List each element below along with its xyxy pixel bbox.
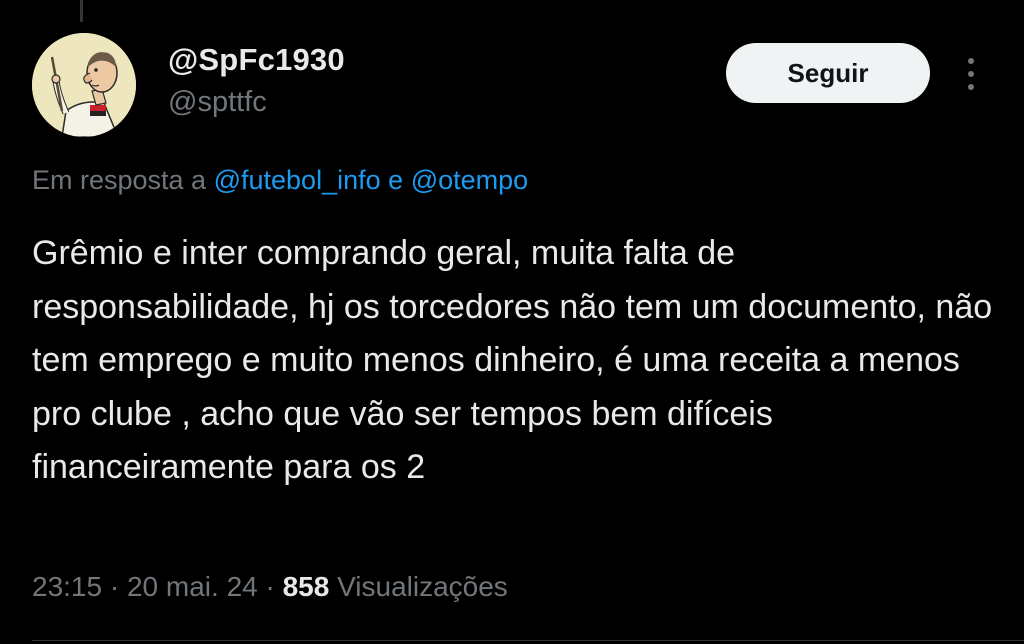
reply-mention-futebol-info[interactable]: @futebol_info: [214, 165, 381, 195]
meta-separator: ·: [109, 571, 120, 602]
more-dot: [968, 58, 974, 64]
tweet-body: Grêmio e inter comprando geral, muita fa…: [32, 234, 993, 486]
views-label: Visualizações: [337, 571, 508, 602]
views-count[interactable]: 858: [283, 571, 330, 602]
more-dot: [968, 71, 974, 77]
more-vertical-icon[interactable]: [956, 52, 986, 96]
thread-connector-line: [80, 0, 83, 22]
author-handle[interactable]: @spttfc: [168, 86, 267, 119]
tweet-meta: 23:15 · 20 mai. 24 · 858 Visualizações: [32, 571, 508, 603]
reply-context: Em resposta a @futebol_info e @otempo: [32, 165, 528, 196]
follow-button[interactable]: Seguir: [726, 43, 930, 103]
reply-conjunction: e: [388, 165, 404, 195]
more-dot: [968, 84, 974, 90]
reply-mention-otempo[interactable]: @otempo: [411, 165, 528, 195]
divider: [32, 640, 1024, 641]
tweet-time[interactable]: 23:15: [32, 571, 102, 602]
author-avatar[interactable]: [32, 33, 136, 137]
meta-separator: ·: [265, 571, 275, 602]
author-display-name[interactable]: @SpFc1930: [168, 42, 345, 78]
caricature-avatar-icon: [32, 33, 136, 137]
tweet-date[interactable]: 20 mai. 24: [127, 571, 258, 602]
reply-prefix: Em resposta a: [32, 165, 207, 195]
